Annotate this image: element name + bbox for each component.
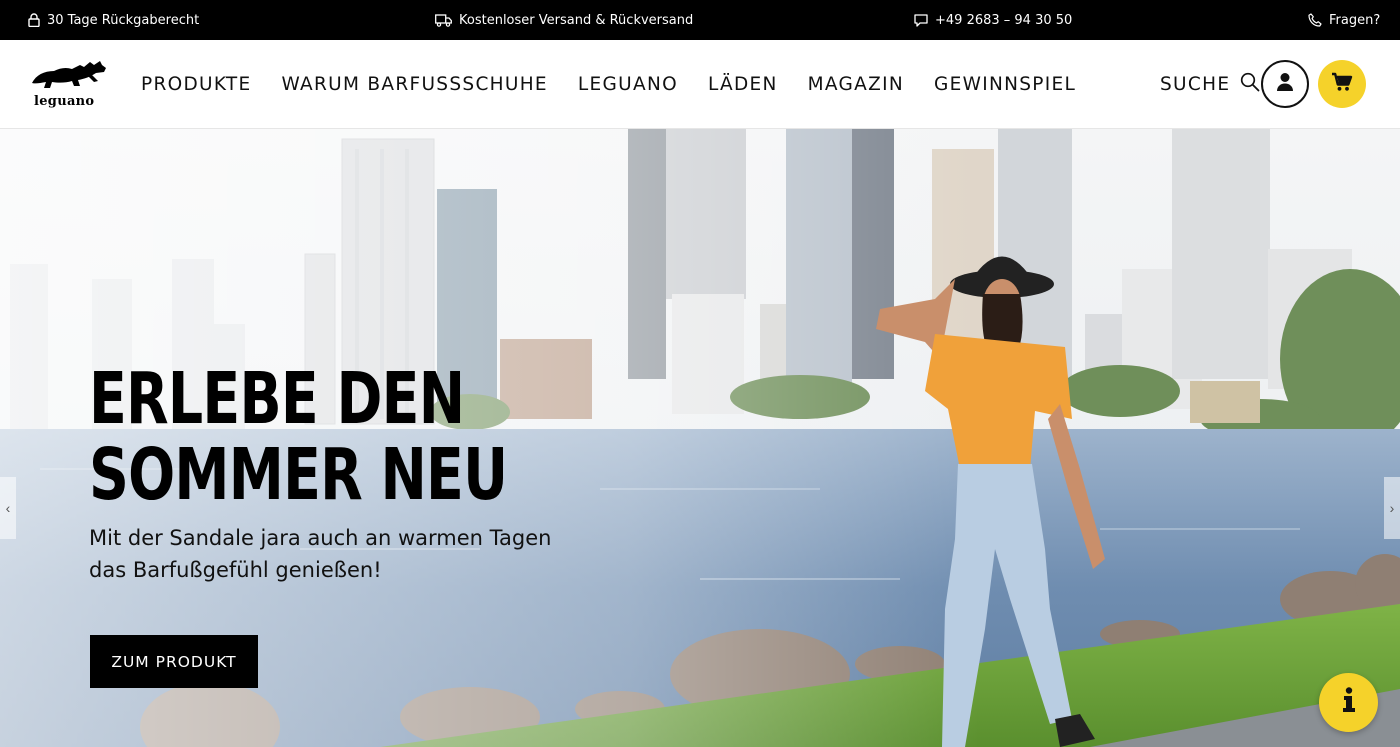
- hero-title: ERLEBE DEN SOMMER NEU: [89, 361, 508, 516]
- search-icon: [1240, 72, 1260, 97]
- chevron-right-icon: ›: [1389, 500, 1395, 516]
- phone-info[interactable]: +49 2683 – 94 30 50: [914, 0, 1072, 40]
- hero-banner: ERLEBE DEN SOMMER NEU Mit der Sandale ja…: [0, 129, 1400, 747]
- search-label: SUCHE: [1160, 74, 1231, 95]
- nav-item-laeden[interactable]: LÄDEN: [708, 74, 778, 95]
- hero-subtitle: Mit der Sandale jara auch an warmen Tage…: [89, 526, 552, 582]
- iguana-logo-icon: [32, 61, 106, 88]
- info-button[interactable]: [1319, 673, 1378, 732]
- phone-number: +49 2683 – 94 30 50: [935, 12, 1073, 28]
- main-header: leguano PRODUKTE WARUM BARFUSSSCHUHE LEG…: [0, 40, 1400, 129]
- logo-wordmark: leguano: [34, 94, 95, 109]
- shipping-info[interactable]: Kostenloser Versand & Rückversand: [435, 0, 693, 40]
- chat-icon: [914, 13, 928, 27]
- slider-prev-button[interactable]: ‹: [0, 477, 16, 539]
- nav-item-produkte[interactable]: PRODUKTE: [141, 74, 251, 95]
- lock-icon: [28, 13, 40, 27]
- questions-text: Fragen?: [1329, 12, 1381, 28]
- hero-title-line-1: ERLEBE DEN: [89, 357, 465, 440]
- slider-next-button[interactable]: ›: [1384, 477, 1400, 539]
- nav-item-gewinnspiel[interactable]: GEWINNSPIEL: [934, 74, 1076, 95]
- to-product-button[interactable]: ZUM PRODUKT: [90, 635, 258, 688]
- cart-button[interactable]: [1318, 60, 1366, 108]
- phone-icon: [1308, 13, 1322, 27]
- account-button[interactable]: [1261, 60, 1309, 108]
- nav-item-warum-barfussschuhe[interactable]: WARUM BARFUSSSCHUHE: [281, 74, 547, 95]
- info-icon: [1342, 687, 1356, 718]
- return-policy-info[interactable]: 30 Tage Rückgaberecht: [28, 0, 199, 40]
- main-nav: PRODUKTE WARUM BARFUSSSCHUHE LEGUANO LÄD…: [141, 40, 1106, 129]
- hero-title-line-2: SOMMER NEU: [89, 433, 508, 516]
- nav-item-magazin[interactable]: MAGAZIN: [808, 74, 904, 95]
- user-icon: [1276, 72, 1294, 97]
- chevron-left-icon: ‹: [5, 500, 11, 516]
- truck-icon: [435, 13, 452, 27]
- search-button[interactable]: SUCHE: [1160, 40, 1260, 129]
- questions-link[interactable]: Fragen?: [1308, 0, 1380, 40]
- shipping-text: Kostenloser Versand & Rückversand: [459, 12, 694, 28]
- top-bar: 30 Tage Rückgaberecht Kostenloser Versan…: [0, 0, 1400, 40]
- nav-item-leguano[interactable]: LEGUANO: [578, 74, 678, 95]
- leguano-logo[interactable]: leguano: [30, 59, 108, 111]
- return-policy-text: 30 Tage Rückgaberecht: [47, 12, 200, 28]
- cart-icon: [1331, 72, 1353, 97]
